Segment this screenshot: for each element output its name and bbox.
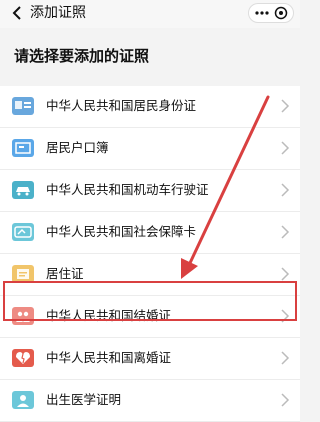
list-item-marriage-certificate[interactable]: 中华人民共和国结婚证 bbox=[0, 296, 300, 338]
list-item-id-card[interactable]: 中华人民共和国居民身份证 bbox=[0, 86, 300, 128]
list-item-birth-certificate[interactable]: 出生医学证明 bbox=[0, 380, 300, 422]
chevron-left-icon[interactable] bbox=[10, 5, 24, 21]
chevron-right-icon bbox=[281, 309, 290, 323]
chevron-right-icon bbox=[281, 183, 290, 197]
list-item-label: 中华人民共和国社会保障卡 bbox=[46, 224, 197, 239]
list-item-label: 出生医学证明 bbox=[46, 392, 122, 407]
list-item-label: 中华人民共和国机动车行驶证 bbox=[46, 182, 209, 197]
chevron-right-icon bbox=[281, 351, 290, 365]
list-item-label: 中华人民共和国居民身份证 bbox=[46, 98, 197, 113]
birth-certificate-icon bbox=[12, 391, 34, 409]
list-item-label: 中华人民共和国离婚证 bbox=[46, 350, 172, 365]
top-bar: 添加证照 bbox=[0, 0, 300, 28]
list-item-label: 居民户口簿 bbox=[46, 140, 109, 155]
section-title: 请选择要添加的证照 bbox=[14, 47, 150, 65]
list-item-label: 居住证 bbox=[46, 266, 84, 281]
close-circle-icon[interactable] bbox=[274, 6, 288, 20]
chevron-right-icon bbox=[281, 141, 290, 155]
list-item-vehicle-license[interactable]: 中华人民共和国机动车行驶证 bbox=[0, 170, 300, 212]
list-item-household-register[interactable]: 居民户口簿 bbox=[0, 128, 300, 170]
household-register-icon bbox=[12, 139, 34, 157]
residence-permit-icon bbox=[12, 265, 34, 283]
divorce-certificate-icon bbox=[12, 349, 34, 367]
ellipsis-icon[interactable] bbox=[255, 8, 269, 18]
list-item-divorce-certificate[interactable]: 中华人民共和国离婚证 bbox=[0, 338, 300, 380]
social-security-card-icon bbox=[12, 223, 34, 241]
page-title: 添加证照 bbox=[30, 5, 86, 21]
list-item-label: 中华人民共和国结婚证 bbox=[46, 308, 172, 323]
list-item-residence-permit[interactable]: 居住证 bbox=[0, 254, 300, 296]
certificate-list: 中华人民共和国居民身份证 居民户口簿 中华人民共和国机动车行驶证 中华人民共和国… bbox=[0, 86, 300, 422]
marriage-certificate-icon bbox=[12, 307, 34, 325]
car-icon bbox=[12, 181, 34, 199]
id-card-icon bbox=[12, 97, 34, 115]
chevron-right-icon bbox=[281, 393, 290, 407]
mini-program-menu bbox=[248, 3, 294, 23]
chevron-right-icon bbox=[281, 99, 290, 113]
list-item-social-security-card[interactable]: 中华人民共和国社会保障卡 bbox=[0, 212, 300, 254]
chevron-right-icon bbox=[281, 225, 290, 239]
chevron-right-icon bbox=[281, 267, 290, 281]
